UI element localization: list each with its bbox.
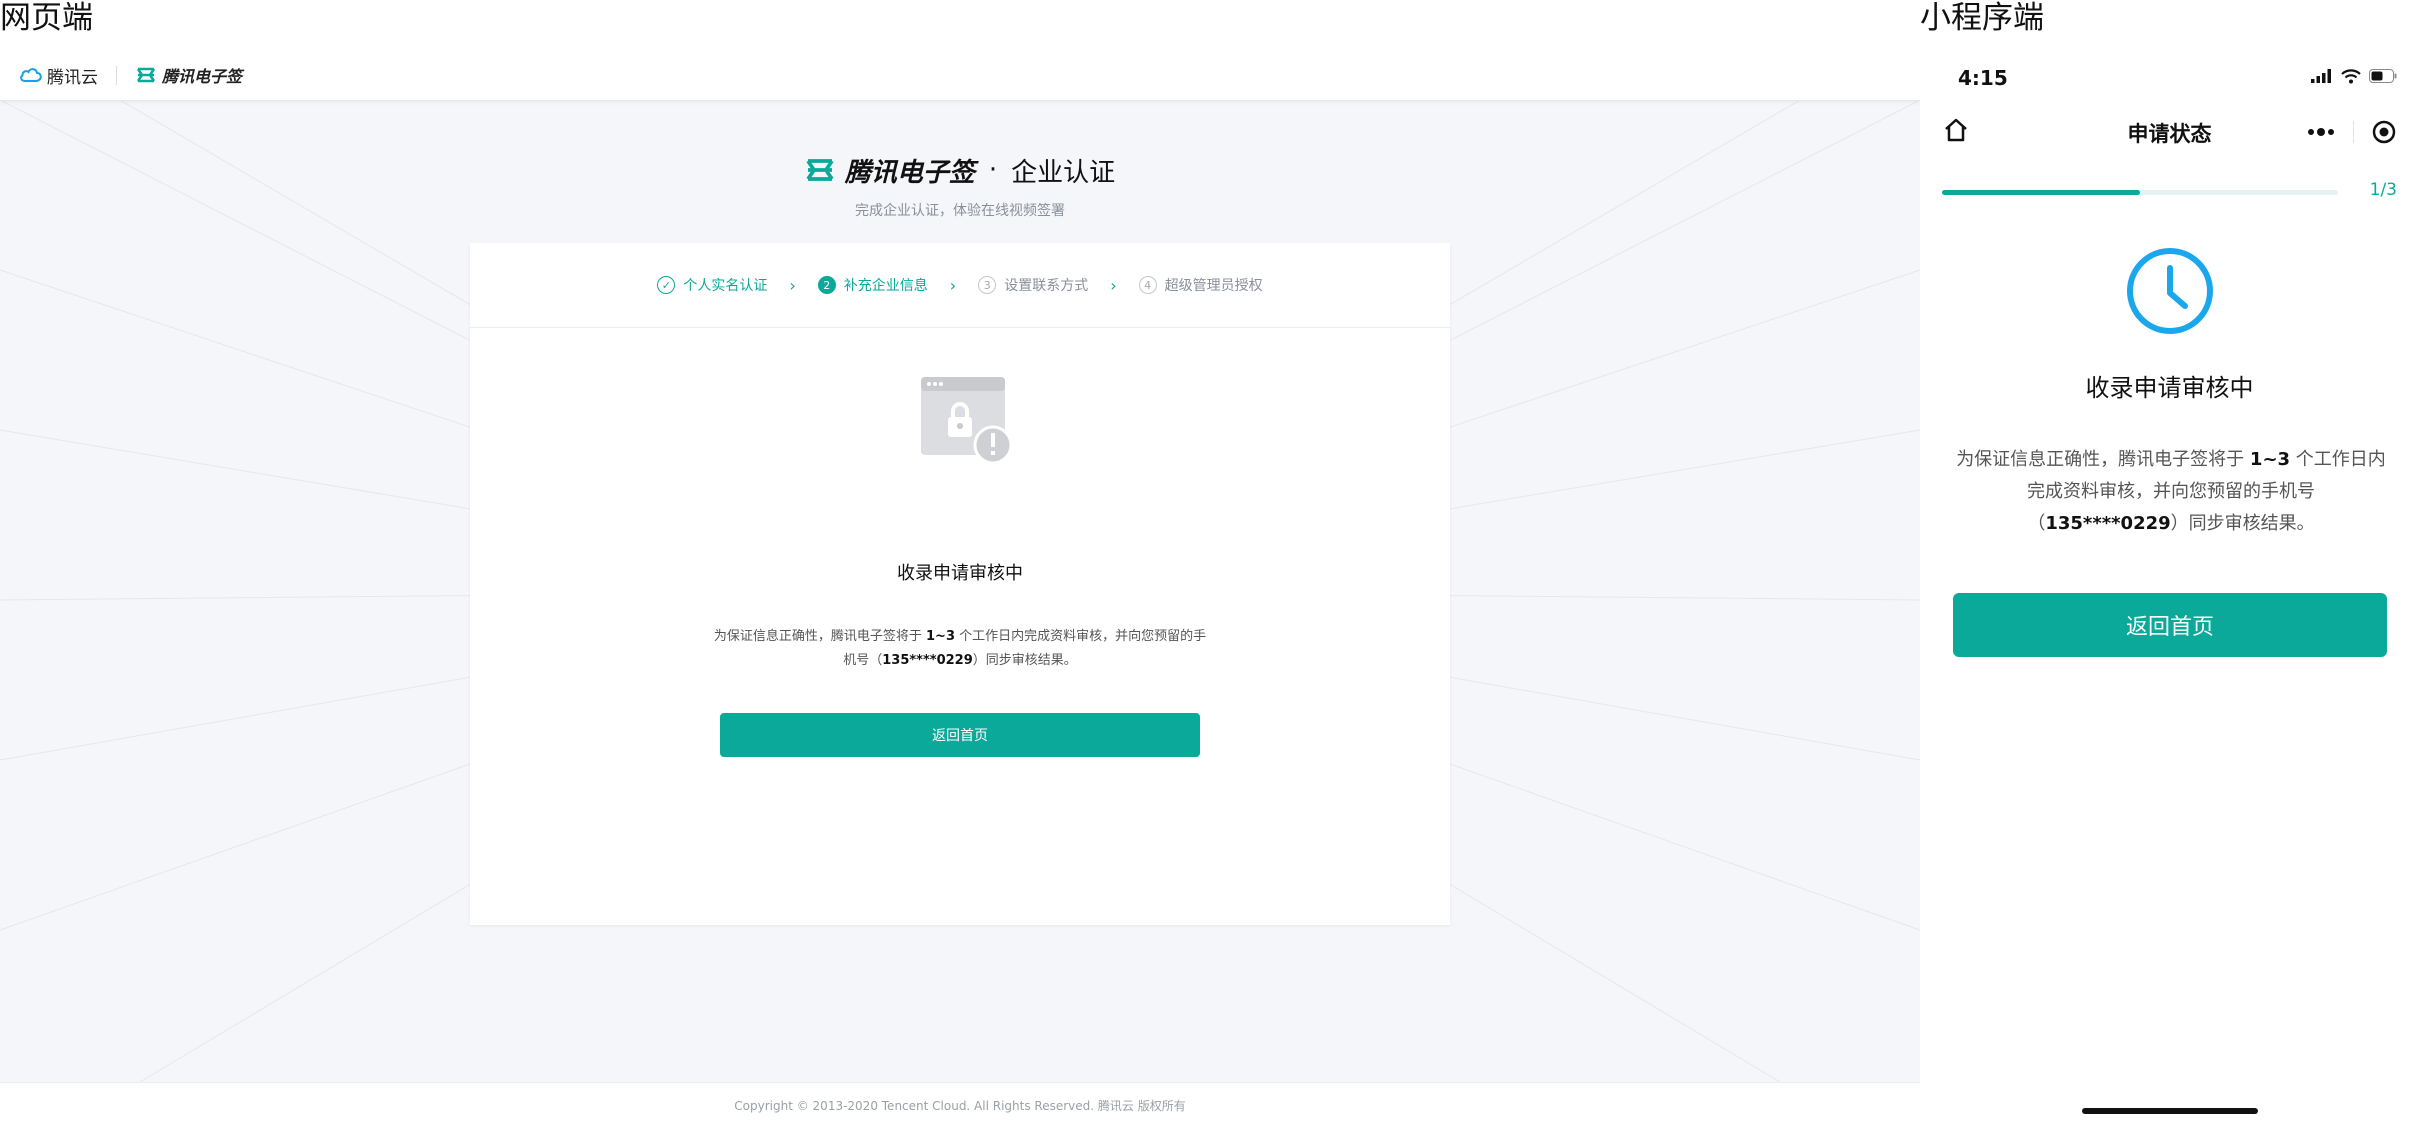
copyright-footer: Copyright © 2013-2020 Tencent Cloud. All…	[0, 1082, 1920, 1132]
step-label: 超级管理员授权	[1164, 278, 1263, 294]
tencent-cloud-logo[interactable]: 腾讯云	[19, 62, 98, 88]
clock-icon	[2127, 248, 2213, 334]
step-number: 4	[1138, 276, 1157, 294]
step-number: 3	[978, 276, 997, 294]
brand-name: 腾讯电子签	[844, 157, 975, 188]
chevron-right-icon: ›	[789, 275, 796, 295]
back-home-button[interactable]: 返回首页	[1953, 593, 2387, 657]
step-label: 补充企业信息	[843, 278, 928, 294]
status-icons	[2311, 68, 2397, 84]
progress-text: 1/3	[2369, 180, 2397, 200]
step-contact-method: 3 设置联系方式	[978, 275, 1088, 295]
step-label: 个人实名认证	[683, 278, 768, 294]
more-icon[interactable]	[2306, 127, 2336, 137]
tencent-cloud-text: 腾讯云	[47, 67, 98, 88]
check-icon: ✓	[657, 276, 676, 294]
title-dot: ·	[988, 155, 998, 185]
progress-fill	[1942, 190, 2140, 195]
status-time: 4:15	[1958, 66, 2008, 90]
capsule-divider	[2352, 121, 2354, 143]
status-description: 为保证信息正确性，腾讯电子签将于 1~3 个工作日内完成资料审核，并向您预留的手…	[1956, 449, 2386, 534]
back-home-button[interactable]: 返回首页	[720, 713, 1200, 757]
status-description: 为保证信息正确性，腾讯电子签将于 1~3 个工作日内完成资料审核，并向您预留的手…	[713, 629, 1207, 668]
page-title-text: 企业认证	[1011, 157, 1116, 188]
step-label: 设置联系方式	[1004, 278, 1089, 294]
phone-number: 135****0229	[2045, 513, 2171, 534]
ess-logo[interactable]: 腾讯电子签	[136, 62, 242, 88]
mini-program-page: 4:15 申请状态 1/3 收录申请审核中 为保证信息正确性，腾讯电子签将于 1…	[1920, 50, 2419, 1131]
mini-section-label: 小程序端	[1920, 0, 2044, 36]
step-company-info: 2 补充企业信息	[817, 275, 928, 295]
close-miniprogram-icon[interactable]	[2371, 119, 2397, 145]
page-subtitle: 完成企业认证，体验在线视频签署	[855, 203, 1065, 219]
ess-logo-icon	[136, 67, 156, 83]
phone-status-bar: 4:15	[1920, 50, 2419, 100]
home-indicator	[2082, 1108, 2258, 1114]
status-title: 收录申请审核中	[2085, 374, 2254, 402]
web-section-label: 网页端	[0, 0, 93, 36]
page-header: 腾讯电子签 · 企业认证 完成企业认证，体验在线视频签署	[0, 150, 1920, 220]
chevron-right-icon: ›	[1110, 275, 1117, 295]
locked-window-icon	[921, 377, 1013, 465]
ess-logo-icon	[806, 159, 834, 181]
mini-navbar: 申请状态	[1920, 100, 2419, 160]
top-navigation-bar: 腾讯云 腾讯电子签	[0, 50, 1920, 101]
verification-card: ✓ 个人实名认证 › 2 补充企业信息 › 3 设置联系方式 › 4 超级管理员…	[470, 243, 1450, 925]
battery-icon	[2369, 69, 2397, 83]
step-admin-authorization: 4 超级管理员授权	[1138, 275, 1263, 295]
mini-capsule	[2297, 114, 2405, 150]
review-days: 1~3	[2249, 449, 2291, 470]
progress-bar	[1942, 190, 2338, 195]
ess-logo-text: 腾讯电子签	[162, 67, 243, 86]
wifi-icon	[2341, 68, 2361, 83]
page-title: 腾讯电子签 · 企业认证	[0, 150, 1920, 190]
review-days: 1~3	[926, 629, 955, 644]
chevron-right-icon: ›	[949, 275, 957, 295]
stepper: ✓ 个人实名认证 › 2 补充企业信息 › 3 设置联系方式 › 4 超级管理员…	[470, 243, 1450, 328]
brand-divider	[116, 66, 117, 85]
step-personal-verification: ✓ 个人实名认证	[657, 275, 767, 295]
web-page: 腾讯云 腾讯电子签 腾讯电子签 · 企业认证 完成企业认证，体验在线视频签署 ✓…	[0, 50, 1920, 1132]
signal-icon	[2311, 69, 2331, 83]
status-title: 收录申请审核中	[897, 563, 1023, 584]
step-number: 2	[817, 276, 836, 294]
cloud-icon	[20, 68, 42, 82]
phone-number: 135****0229	[882, 653, 973, 668]
